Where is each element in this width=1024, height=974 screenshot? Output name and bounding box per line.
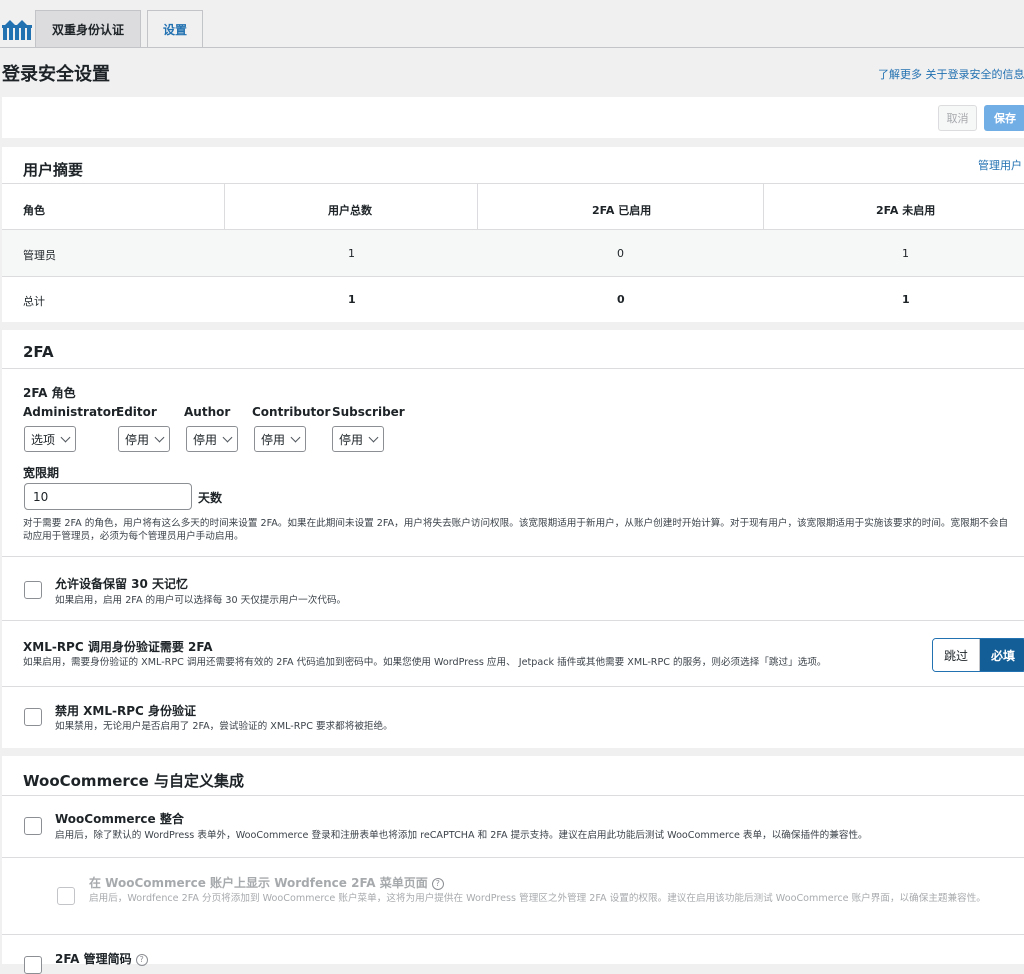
cancel-button[interactable]: 取消	[938, 105, 977, 131]
divider	[2, 795, 1024, 796]
page-title: 登录安全设置	[2, 64, 110, 85]
divider	[2, 857, 1024, 858]
divider	[2, 556, 1024, 557]
help-icon[interactable]: ?	[135, 954, 148, 966]
remember-device-description: 如果启用，启用 2FA 的用户可以选择每 30 天仅提示用户一次代码。	[55, 595, 347, 606]
user-summary-title: 用户摘要	[23, 161, 84, 179]
tab-two-factor-auth[interactable]: 双重身份认证	[35, 10, 141, 47]
woocommerce-panel: WooCommerce 与自定义集成 WooCommerce 整合 启用后，除了…	[2, 756, 1024, 974]
chevron-down-icon	[290, 432, 301, 442]
divider	[2, 276, 1024, 277]
tab-settings[interactable]: 设置	[147, 10, 203, 48]
chevron-down-icon	[60, 432, 71, 442]
role-select-administrator[interactable]: 选项	[24, 426, 77, 452]
table-cell: 管理员	[23, 249, 56, 262]
twofa-title: 2FA	[23, 343, 54, 361]
remember-device-checkbox[interactable]	[24, 581, 42, 599]
woocommerce-menu-checkbox[interactable]	[57, 887, 75, 905]
chevron-down-icon	[154, 432, 165, 442]
user-summary-panel: 用户摘要 管理用户 角色 用户总数 2FA 已启用 2FA 未启用 管理员 1 …	[2, 147, 1024, 322]
col-header-2fa-disabled: 2FA 未启用	[876, 204, 936, 217]
divider	[2, 368, 1024, 369]
role-select-author[interactable]: 停用	[186, 426, 239, 452]
xmlrpc-2fa-label: XML-RPC 调用身份验证需要 2FA	[23, 640, 213, 654]
twofa-roles-label: 2FA 角色	[23, 386, 76, 400]
divider	[763, 183, 764, 229]
grace-period-description: 对于需要 2FA 的角色，用户将有这么多天的时间来设置 2FA。如果在此期间未设…	[23, 518, 1009, 542]
woocommerce-integration-checkbox[interactable]	[24, 817, 42, 835]
select-value: 停用	[339, 432, 364, 447]
table-cell: 总计	[23, 295, 45, 308]
select-value: 停用	[125, 432, 150, 447]
select-value: 停用	[261, 432, 286, 447]
xmlrpc-skip-option[interactable]: 跳过	[933, 639, 980, 671]
role-label-contributor: Contributor	[252, 405, 331, 419]
xmlrpc-required-option[interactable]: 必填	[980, 639, 1024, 671]
role-label-author: Author	[184, 405, 231, 419]
disable-xmlrpc-description: 如果禁用，无论用户是否启用了 2FA，尝试验证的 XML-RPC 要求都将被拒绝…	[55, 721, 393, 732]
wordfence-logo-icon	[2, 20, 32, 40]
woocommerce-menu-label-text: 在 WooCommerce 账户上显示 Wordfence 2FA 菜单页面	[89, 876, 428, 890]
xmlrpc-2fa-description: 如果启用，需要身份验证的 XML-RPC 调用还需要将有效的 2FA 代码追加到…	[23, 657, 827, 668]
manage-users-link[interactable]: 管理用户	[978, 157, 1022, 173]
select-value: 停用	[193, 432, 218, 447]
save-button[interactable]: 保存	[984, 105, 1024, 131]
twofa-shortcode-label: 2FA 管理简码?	[55, 950, 148, 967]
table-cell: 1	[348, 293, 356, 306]
col-header-2fa-enabled: 2FA 已启用	[592, 204, 652, 217]
divider	[2, 183, 1024, 184]
role-select-editor[interactable]: 停用	[118, 426, 171, 452]
twofa-shortcode-checkbox[interactable]	[24, 956, 42, 974]
divider	[2, 934, 1024, 935]
divider	[224, 183, 225, 229]
grace-period-input[interactable]: 10	[24, 483, 192, 510]
role-label-editor: Editor	[116, 405, 157, 419]
divider	[2, 620, 1024, 621]
role-label-administrator: Administrator	[23, 405, 117, 419]
woocommerce-integration-description: 启用后，除了默认的 WordPress 表单外，WooCommerce 登录和注…	[55, 830, 868, 841]
remember-device-label: 允许设备保留 30 天记忆	[55, 577, 189, 591]
table-cell: 1	[348, 247, 355, 260]
woocommerce-integration-label: WooCommerce 整合	[55, 812, 184, 826]
divider	[2, 686, 1024, 687]
table-cell: 1	[902, 293, 910, 306]
role-select-contributor[interactable]: 停用	[254, 426, 307, 452]
table-cell: 0	[617, 247, 624, 260]
table-cell: 0	[617, 293, 625, 306]
divider	[477, 183, 478, 229]
woocommerce-title: WooCommerce 与自定义集成	[23, 772, 245, 790]
table-row	[2, 230, 1024, 276]
chevron-down-icon	[222, 432, 233, 442]
select-value: 选项	[31, 432, 56, 447]
action-bar	[2, 97, 1024, 138]
table-cell: 1	[902, 247, 909, 260]
disable-xmlrpc-checkbox[interactable]	[24, 708, 42, 726]
learn-more-link[interactable]: 了解更多 关于登录安全的信息	[878, 66, 1024, 82]
role-select-subscriber[interactable]: 停用	[332, 426, 385, 452]
disable-xmlrpc-label: 禁用 XML-RPC 身份验证	[55, 704, 197, 718]
twofa-panel: 2FA 2FA 角色 Administrator Editor Author C…	[2, 330, 1024, 748]
woocommerce-menu-label: 在 WooCommerce 账户上显示 Wordfence 2FA 菜单页面?	[89, 874, 444, 891]
col-header-total: 用户总数	[328, 204, 372, 217]
help-icon[interactable]: ?	[431, 878, 444, 890]
woocommerce-menu-description: 启用后，Wordfence 2FA 分页将添加到 WooCommerce 账户菜…	[89, 893, 986, 904]
tab-divider	[0, 47, 1024, 48]
col-header-role: 角色	[23, 204, 45, 217]
grace-period-unit: 天数	[198, 491, 223, 505]
xmlrpc-2fa-toggle[interactable]: 跳过 必填	[932, 638, 1024, 672]
role-label-subscriber: Subscriber	[332, 405, 405, 419]
chevron-down-icon	[368, 432, 379, 442]
grace-period-label: 宽限期	[23, 466, 60, 480]
